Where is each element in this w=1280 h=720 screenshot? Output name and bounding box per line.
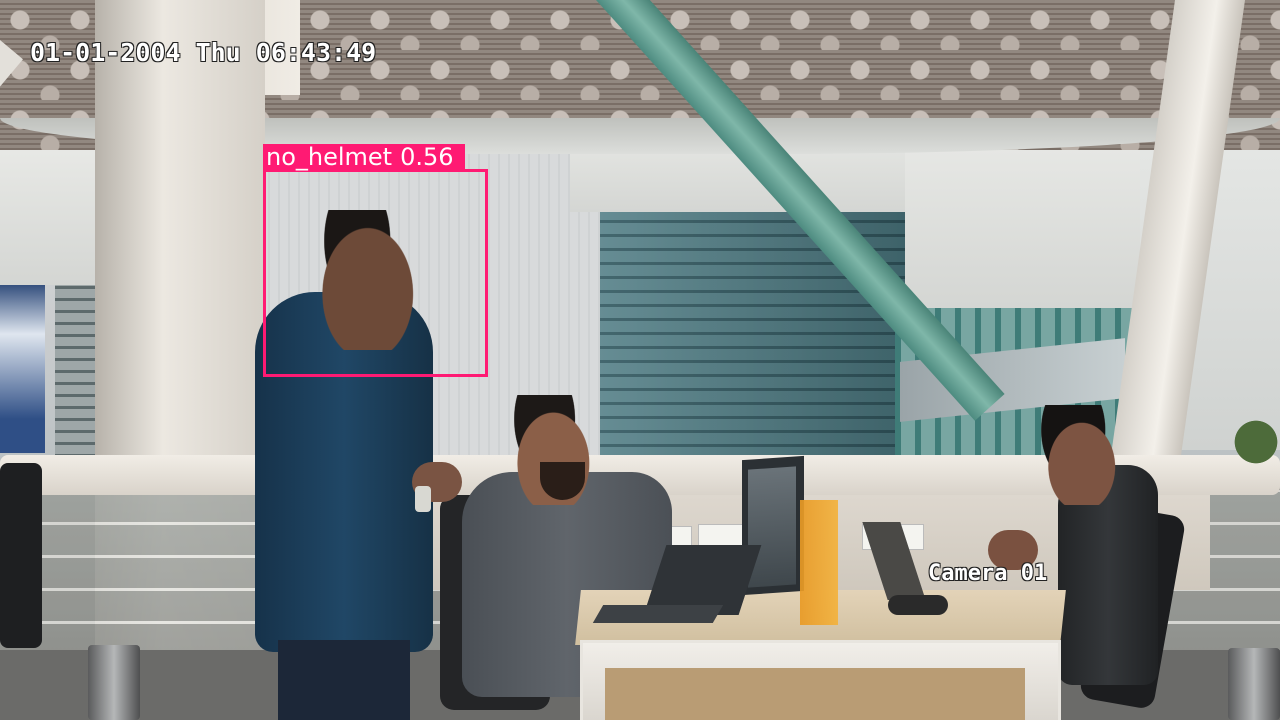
person-standing-legs: [278, 640, 410, 720]
office-chair-left: [0, 463, 42, 648]
person-seated-right-head: [1035, 405, 1120, 505]
trash-bin-left: [88, 645, 140, 720]
camera-frame: no_helmet 0.56 01-01-2004 Thu 06:43:49 Ca…: [0, 0, 1280, 720]
trash-bin-right: [1228, 648, 1280, 720]
timestamp-overlay: 01-01-2004 Thu 06:43:49: [30, 38, 377, 67]
desk-panel: [605, 668, 1025, 720]
window-blind-right: [905, 130, 1155, 308]
monitor-screen: [748, 466, 796, 588]
potted-plant: [1232, 412, 1280, 472]
billboard: [0, 283, 45, 453]
detection-label: no_helmet 0.56: [263, 144, 465, 171]
detection-class: no_helmet: [266, 143, 393, 171]
detection-confidence: 0.56: [400, 143, 454, 171]
wristwatch: [415, 486, 431, 512]
detection-bounding-box: [263, 169, 488, 377]
orange-desk-divider: [800, 500, 838, 625]
headphones: [888, 595, 948, 615]
laptop-base: [592, 605, 724, 623]
camera-label-overlay: Camera 01: [928, 561, 1048, 586]
